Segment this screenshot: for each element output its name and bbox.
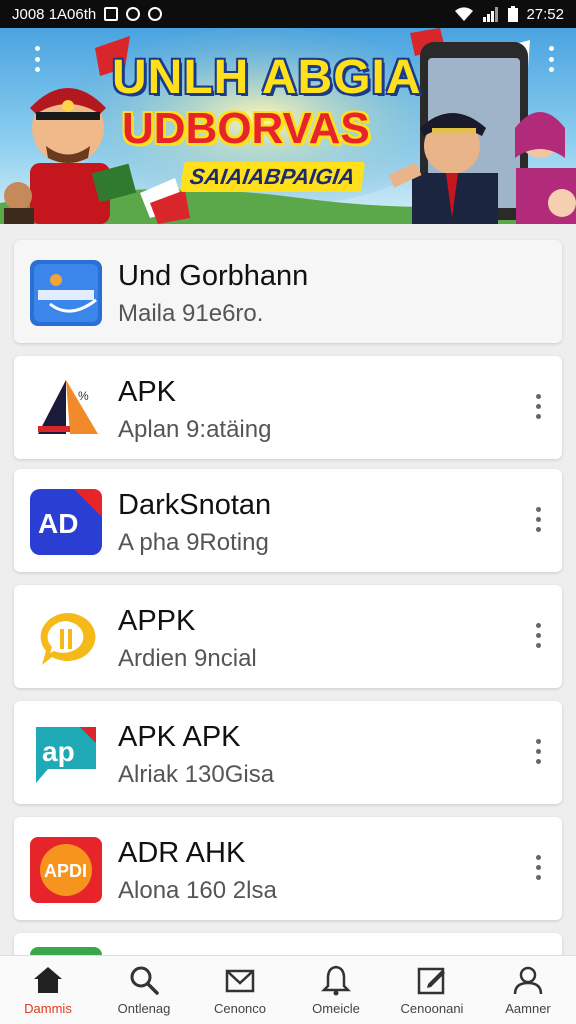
banner-title-line1: UNLH ABGIA [112,51,422,104]
app-notification-icon [148,7,163,21]
sail-triangle-icon: % [30,376,102,442]
more-options-icon[interactable] [528,847,548,887]
svg-text:ap: ap [42,736,75,767]
list-item[interactable]: Und Gorbhann Maila 91e6ro. [14,240,562,343]
signal-icon [483,7,499,22]
app-title: APK APK [118,721,241,753]
svg-text:%: % [78,389,89,403]
nav-home[interactable]: Dammis [0,956,96,1024]
sync-icon [126,7,141,21]
more-options-icon[interactable] [528,386,548,426]
edit-icon [417,967,445,995]
banner-more-icon-left[interactable] [34,46,40,72]
nav-label: Cenonco [213,1001,267,1016]
wifi-icon [455,7,474,21]
notification-icon [104,7,119,21]
nav-label: Dammis [24,1001,72,1016]
app-subtitle: Aplan 9:atäing [118,416,272,443]
app-subtitle: Alriak 130Gisa [118,761,275,788]
more-options-icon[interactable] [528,499,548,539]
banner-title-line2: UDBORVAS [122,104,370,153]
list-item[interactable]: % APK Aplan 9:atäing [14,356,562,459]
nav-profile[interactable]: Aamner [480,956,576,1024]
app-subtitle: Ardien 9ncial [118,645,257,672]
app-title: DarkSnotan [118,489,272,521]
app-title: APK [118,376,177,408]
more-options-icon[interactable] [528,615,548,655]
chat-bubble-icon [30,605,102,671]
app-subtitle: Maila 91e6ro. [118,300,264,327]
list-item[interactable]: ap APK APK Alriak 130Gisa [14,701,562,804]
orange-app-icon: APDI [30,837,102,903]
clock: 27:52 [526,5,564,23]
svg-text:APDI: APDI [44,861,87,881]
promo-banner[interactable]: UNLH ABGIA UDBORVAS SAIAIABPAIGIA [0,28,576,224]
home-icon [34,967,62,993]
mail-icon [225,969,255,993]
more-options-icon[interactable] [528,731,548,771]
app-title: ADR AHK [118,837,246,869]
banner-more-icon-right[interactable] [548,46,554,72]
nav-search[interactable]: Ontlenag [96,956,192,1024]
profile-icon [513,966,543,995]
list-item[interactable]: APPK Ardien 9ncial [14,585,562,688]
list-item[interactable]: APDI ADR AHK Alona 160 2lsa [14,817,562,920]
nav-label: Cenoonani [400,1001,464,1016]
banner-subtitle: SAIAIABPAIGIA [179,162,365,192]
search-icon [130,966,159,995]
nav-notifications[interactable]: Omeicle [288,956,384,1024]
list-item[interactable]: AD DarkSnotan A pha 9Roting [14,469,562,572]
nav-edit[interactable]: Cenoonani [384,956,480,1024]
ad-badge-icon: AD [30,489,102,555]
blue-app-icon [30,260,102,326]
nav-label: Ontlenag [117,1001,171,1016]
nav-mail[interactable]: Cenonco [192,956,288,1024]
nav-label: Omeicle [312,1001,360,1016]
app-title: APPK [118,605,196,637]
ap-badge-icon: ap [30,721,102,787]
app-title: Und Gorbhann [118,260,309,292]
status-bar: J008 1A06th 27:52 [0,0,576,28]
bottom-navigation: Dammis Ontlenag Cenonco Omeicle Cenoonan… [0,955,576,1024]
svg-text:AD: AD [38,508,78,539]
app-subtitle: Alona 160 2lsa [118,877,277,904]
status-bar-text: J008 1A06th [12,5,97,23]
bell-icon [320,965,352,996]
app-subtitle: A pha 9Roting [118,529,269,556]
nav-label: Aamner [505,1001,551,1016]
battery-icon [508,6,519,22]
